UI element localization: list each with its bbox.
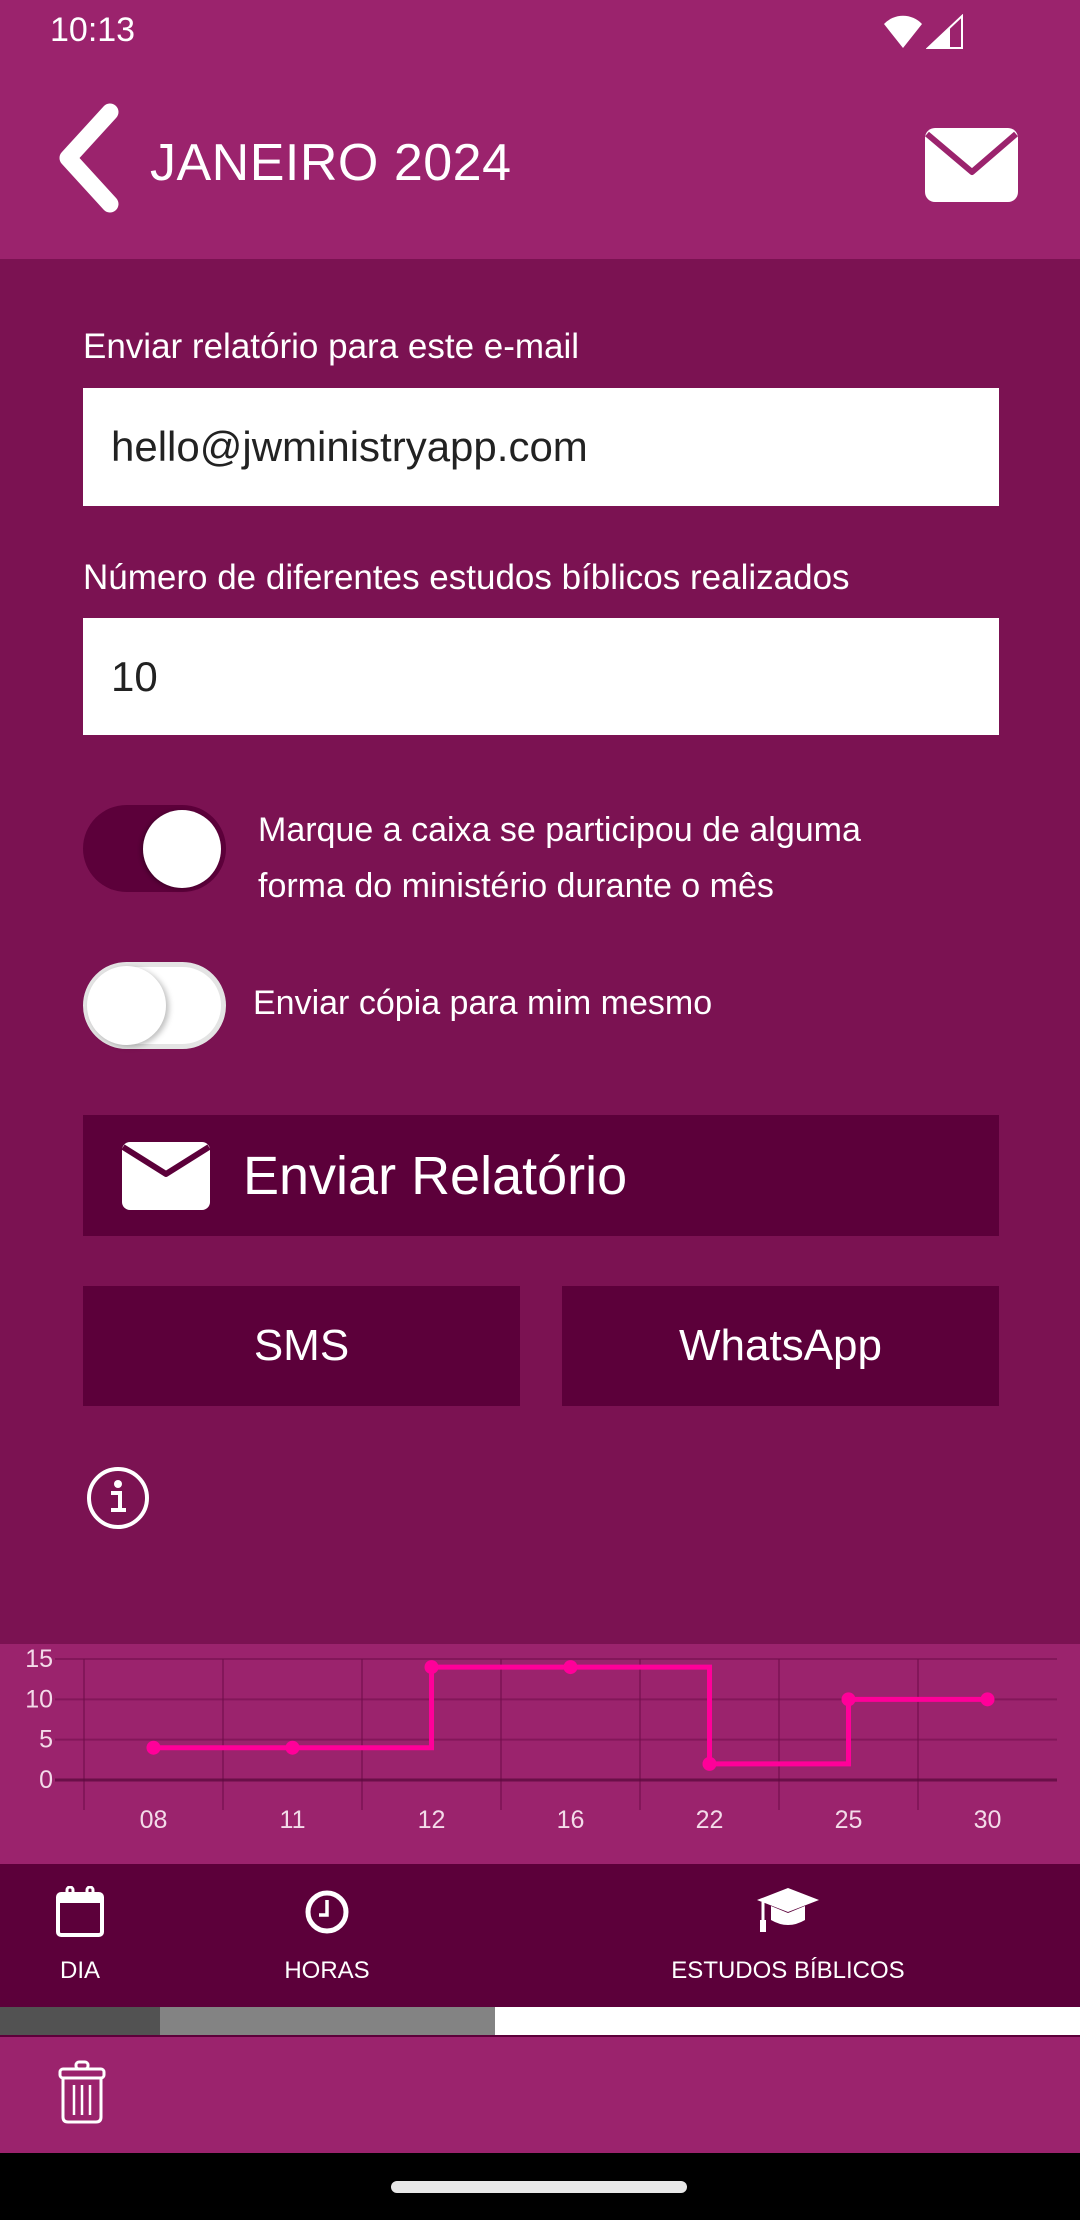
data-point-12 [424,1660,439,1675]
nav-item-horas[interactable]: HORAS [247,1864,407,2007]
nav-label: DIA [59,1957,100,1984]
participated-label-line: forma do ministério durante o mês [258,867,774,905]
send-copy-toggle-label: Enviar cópia para mim mesmo [253,984,713,1022]
home-gesture-handle[interactable] [391,2181,687,2193]
bottom-nav: DIA HORAS ESTUDOS BÍBLICOS [0,1864,1080,2007]
chart-svg: 0 5 10 15 08 11 12 16 22 25 30 [25,1645,1057,1834]
whatsapp-button-label: WhatsApp [679,1321,882,1370]
trash-icon [58,2060,106,2124]
footer-bar [0,2037,1080,2153]
sms-button[interactable]: SMS [83,1286,520,1406]
data-point-22 [702,1756,717,1771]
indicator-segment [159,2007,495,2035]
data-point-16 [563,1660,578,1675]
bible-studies-chart: 0 5 10 15 08 11 12 16 22 25 30 [0,1644,1080,1864]
x-tick-label: 12 [418,1806,446,1834]
whatsapp-button[interactable]: WhatsApp [562,1286,999,1406]
indicator-segment [494,2007,1080,2035]
tab-indicator-strip [0,2007,1080,2035]
x-tick-label: 22 [696,1806,724,1834]
x-tick-label: 11 [280,1806,306,1834]
info-icon [87,1467,149,1529]
send-copy-toggle[interactable] [83,962,226,1049]
y-tick-label: 5 [39,1726,53,1754]
x-tick-label: 08 [140,1806,168,1834]
status-time: 10:13 [50,11,136,49]
bible-studies-count-input[interactable] [83,618,999,735]
email-input[interactable] [83,388,999,506]
data-point-30 [980,1692,995,1707]
y-tick-label: 10 [25,1685,53,1713]
y-tick-label: 0 [39,1766,53,1794]
toggle-knob [143,810,221,888]
participated-toggle-label: Marque a caixa se participou de alguma f… [258,802,861,914]
back-button[interactable] [44,100,134,216]
participated-toggle[interactable] [83,805,226,892]
delete-button[interactable] [50,2059,114,2125]
x-tick-label: 16 [557,1806,585,1834]
signal-icon [926,14,963,49]
series-line [153,1664,988,1767]
chevron-left-icon [59,103,119,213]
x-tick-label: 25 [835,1806,863,1834]
indicator-segment [0,2007,160,2035]
nav-item-dia[interactable]: DIA [20,1864,140,2007]
app-header: 10:13 JANEIRO 2024 [0,0,1080,259]
participated-label-line: Marque a caixa se participou de alguma [258,811,861,849]
nav-label: ESTUDOS BÍBLICOS [671,1957,905,1984]
y-tick-label: 15 [25,1645,53,1673]
calendar-icon [56,1886,104,1937]
send-report-button[interactable]: Enviar Relatório [83,1115,999,1236]
page-title: JANEIRO 2024 [150,134,512,192]
email-report-button[interactable] [918,120,1026,210]
nav-label: HORAS [284,1957,370,1984]
send-report-label: Enviar Relatório [243,1145,628,1206]
graduation-cap-icon [757,1888,819,1932]
data-point-08 [146,1740,161,1755]
toggle-knob [87,966,166,1045]
data-point-25 [841,1692,856,1707]
email-label: Enviar relatório para este e-mail [83,327,580,366]
sms-button-label: SMS [253,1321,350,1370]
x-tick-label: 30 [974,1806,1002,1834]
envelope-icon [925,128,1018,202]
info-button[interactable] [84,1464,152,1532]
bible-studies-label: Número de diferentes estudos bíblicos re… [83,558,850,597]
data-point-11 [285,1740,300,1755]
envelope-icon [121,1141,211,1210]
nav-item-estudos-biblicos[interactable]: ESTUDOS BÍBLICOS [628,1864,948,2007]
wifi-icon [884,15,922,49]
clock-icon [305,1890,349,1934]
system-navigation-bar [0,2153,1080,2220]
